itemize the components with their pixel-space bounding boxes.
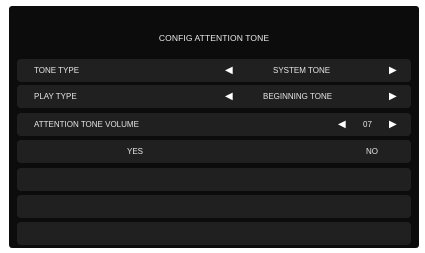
yes-button[interactable]: YES: [127, 140, 143, 163]
empty-row: [17, 195, 411, 218]
play-type-right-arrow-icon[interactable]: ▶: [389, 85, 397, 108]
play-type-value: BEGINNING TONE: [263, 92, 333, 101]
tone-type-right-arrow-icon[interactable]: ▶: [389, 59, 397, 82]
tone-type-row[interactable]: TONE TYPE ◀ SYSTEM TONE ▶: [17, 59, 411, 82]
empty-row: [17, 168, 411, 191]
confirm-row: YES NO: [17, 140, 411, 163]
volume-label: ATTENTION TONE VOLUME: [34, 120, 139, 129]
volume-left-arrow-icon[interactable]: ◀: [338, 113, 346, 136]
volume-row[interactable]: ATTENTION TONE VOLUME ◀ 07 ▶: [17, 113, 411, 136]
tone-type-label: TONE TYPE: [34, 66, 80, 75]
no-button[interactable]: NO: [366, 140, 378, 163]
tone-type-left-arrow-icon[interactable]: ◀: [225, 59, 233, 82]
page-title: CONFIG ATTENTION TONE: [158, 33, 270, 43]
volume-right-arrow-icon[interactable]: ▶: [389, 113, 397, 136]
play-type-left-arrow-icon[interactable]: ◀: [225, 85, 233, 108]
tone-type-value: SYSTEM TONE: [273, 66, 331, 75]
empty-row: [17, 222, 411, 245]
volume-value: 07: [363, 120, 372, 129]
play-type-label: PLAY TYPE: [34, 92, 77, 101]
play-type-row[interactable]: PLAY TYPE ◀ BEGINNING TONE ▶: [17, 85, 411, 108]
config-screen: CONFIG ATTENTION TONE TONE TYPE ◀ SYSTEM…: [9, 6, 419, 248]
